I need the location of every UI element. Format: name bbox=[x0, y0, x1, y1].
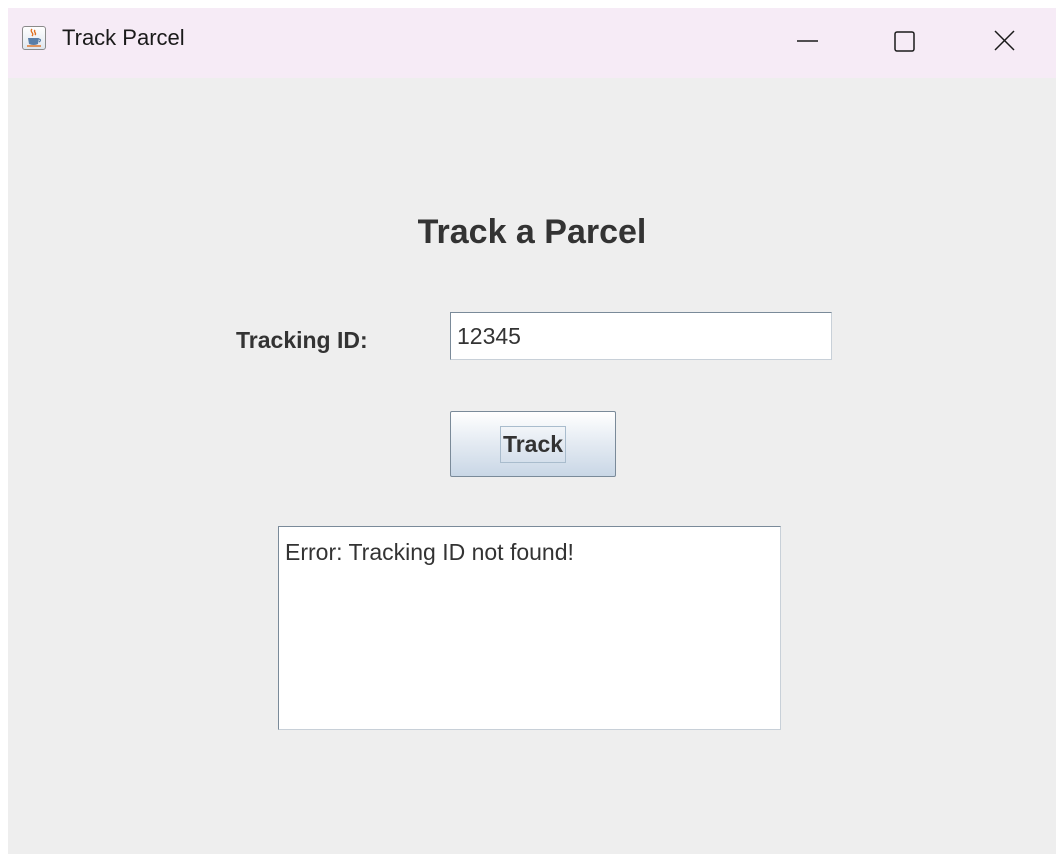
close-icon bbox=[994, 30, 1015, 51]
title-bar[interactable]: Track Parcel bbox=[8, 8, 1056, 78]
maximize-button[interactable] bbox=[852, 8, 952, 78]
tracking-id-label: Tracking ID: bbox=[236, 327, 368, 353]
app-window: Track Parcel Track a Parcel Tracking ID:… bbox=[8, 8, 1056, 854]
result-text-area[interactable]: Error: Tracking ID not found! bbox=[278, 526, 781, 730]
close-button[interactable] bbox=[952, 8, 1052, 78]
window-title: Track Parcel bbox=[62, 25, 185, 50]
track-button[interactable]: Track bbox=[450, 411, 616, 477]
minimize-icon bbox=[797, 40, 818, 42]
track-button-label: Track bbox=[499, 425, 567, 463]
page-title: Track a Parcel bbox=[417, 213, 647, 251]
java-cup-icon bbox=[22, 26, 46, 50]
minimize-button[interactable] bbox=[756, 8, 856, 78]
maximize-icon bbox=[894, 31, 915, 52]
tracking-id-input[interactable] bbox=[450, 312, 832, 360]
